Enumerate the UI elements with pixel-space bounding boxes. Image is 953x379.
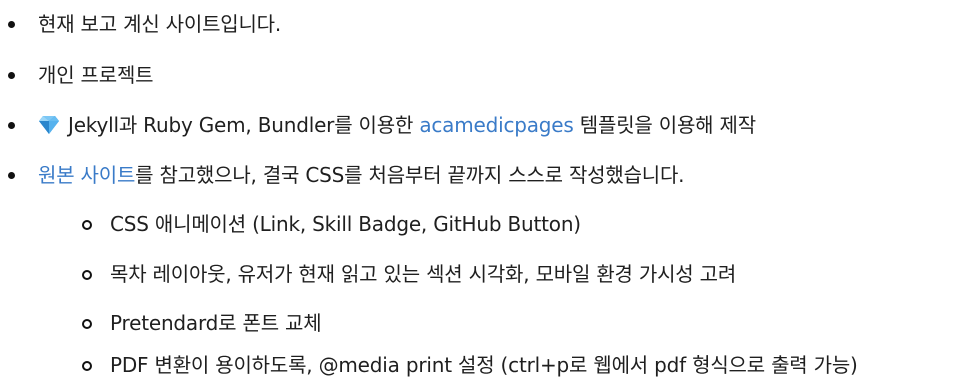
- bullet-dot: [8, 122, 15, 129]
- acamedicpages-link[interactable]: acamedicpages: [419, 113, 574, 137]
- sub-item-text: Pretendard로 폰트 교체: [110, 311, 322, 335]
- original-site-link[interactable]: 원본 사이트: [38, 163, 135, 187]
- sub-bullet-ring: [82, 361, 92, 371]
- item-text: 원본 사이트를 참고했으나, 결국 CSS를 처음부터 끝까지 스스로 작성했습…: [38, 163, 685, 187]
- sub-item-text: 목차 레이아웃, 유저가 현재 읽고 있는 섹션 시각화, 모바일 환경 가시성…: [110, 262, 737, 286]
- item-text-after: 를 참고했으나, 결국 CSS를 처음부터 끝까지 스스로 작성했습니다.: [135, 163, 685, 187]
- bullet-dot: [8, 172, 15, 179]
- item-text: 현재 보고 계신 사이트입니다.: [38, 12, 282, 36]
- item-text-after: 템플릿을 이용해 제작: [573, 113, 756, 137]
- item-text: 개인 프로젝트: [38, 63, 154, 87]
- sub-item-text: CSS 애니메이션 (Link, Skill Badge, GitHub But…: [110, 212, 581, 236]
- sub-bullet-ring: [82, 270, 92, 280]
- gem-icon: [39, 116, 59, 134]
- item-text: Jekyll과 Ruby Gem, Bundler를 이용한 acamedicp…: [38, 113, 756, 137]
- sub-bullet-ring: [82, 319, 92, 329]
- item-text-before: Jekyll과 Ruby Gem, Bundler를 이용한: [68, 113, 420, 137]
- sub-bullet-ring: [82, 220, 92, 230]
- bullet-dot: [8, 21, 15, 28]
- sub-item-text: PDF 변환이 용이하도록, @media print 설정 (ctrl+p로 …: [110, 353, 858, 377]
- bullet-dot: [8, 72, 15, 79]
